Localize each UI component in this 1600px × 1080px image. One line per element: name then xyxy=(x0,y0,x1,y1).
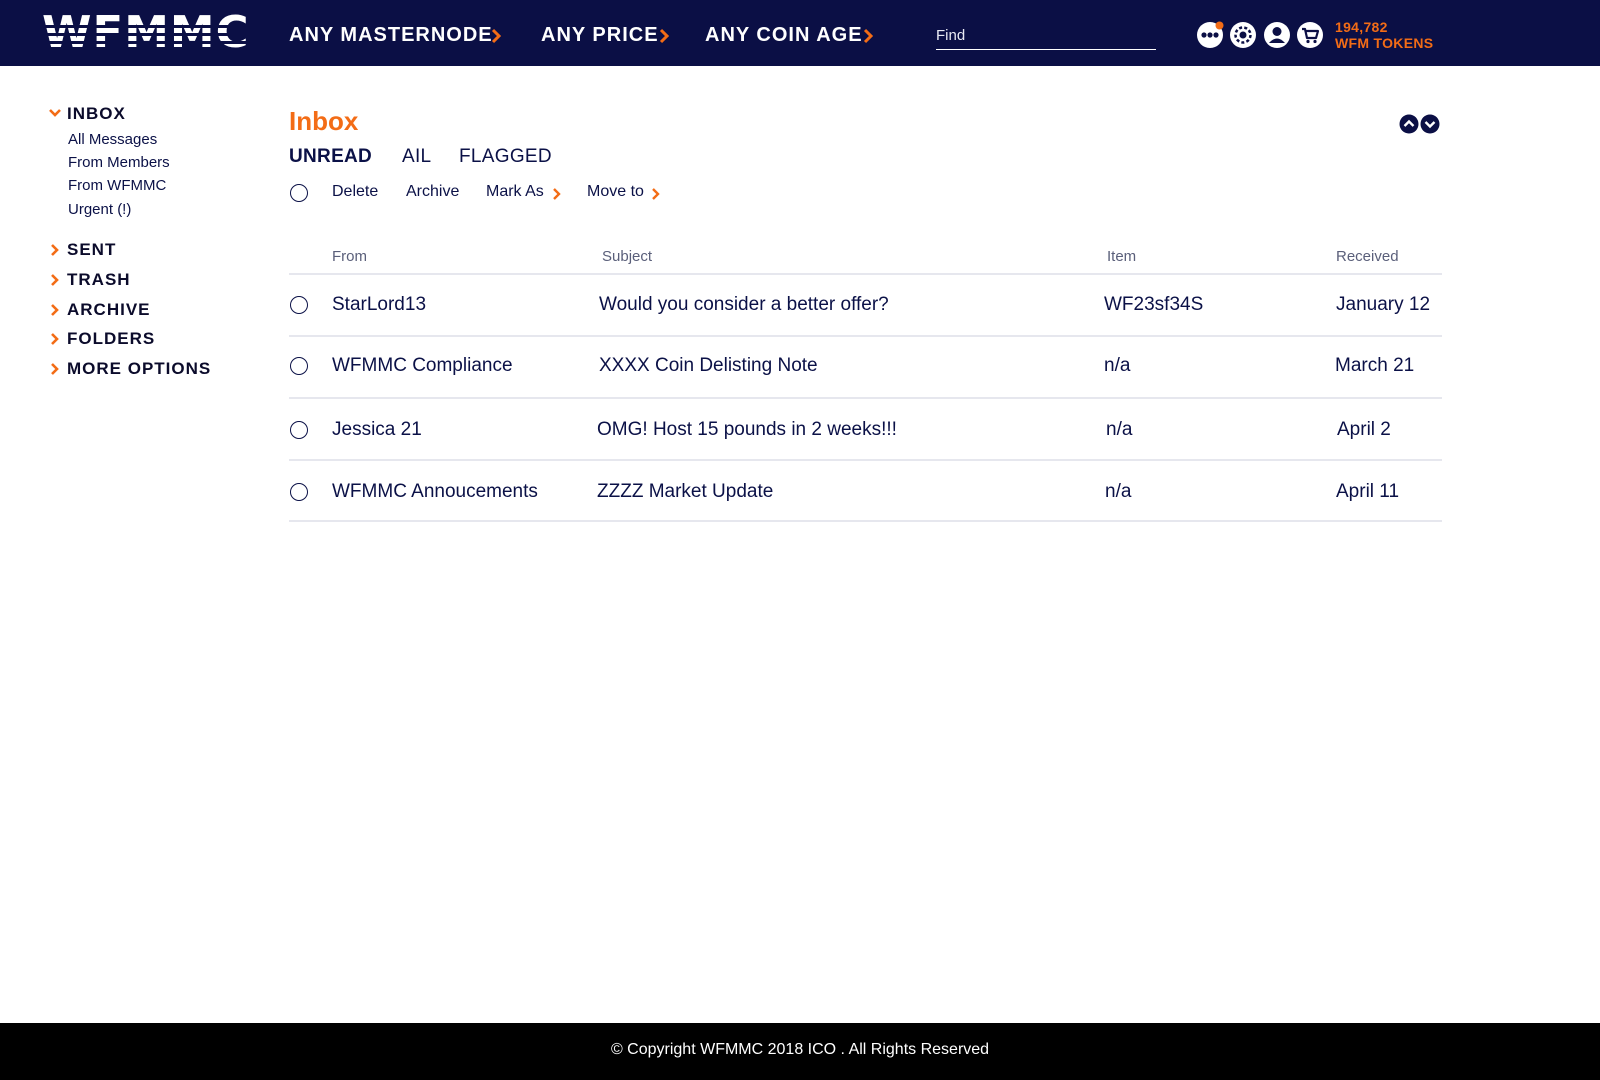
logo-stripe xyxy=(42,41,264,44)
chevron-right-icon[interactable] xyxy=(656,28,672,44)
table-divider xyxy=(289,520,1442,522)
chevron-right-icon[interactable] xyxy=(860,28,876,44)
message-from[interactable]: StarLord13 xyxy=(332,294,426,316)
chevron-right-icon[interactable] xyxy=(551,187,563,201)
mark-as-button[interactable]: Mark As xyxy=(486,183,544,201)
nav-any-masternode[interactable]: ANY MASTERNODE xyxy=(289,24,493,47)
message-item[interactable]: n/a xyxy=(1106,419,1132,441)
chevron-right-icon[interactable] xyxy=(48,243,62,257)
sort-up-icon[interactable] xyxy=(1399,114,1419,134)
message-subject[interactable]: XXXX Coin Delisting Note xyxy=(599,355,818,377)
chevron-right-icon[interactable] xyxy=(48,362,62,376)
message-subject[interactable]: ZZZZ Market Update xyxy=(597,481,773,503)
token-label: WFM TOKENS xyxy=(1335,35,1434,51)
chevron-right-icon[interactable] xyxy=(48,332,62,346)
message-subject[interactable]: Would you consider a better offer? xyxy=(599,294,889,316)
token-balance[interactable]: 194,782 WFM TOKENS xyxy=(1335,19,1433,51)
message-received: January 12 xyxy=(1336,294,1431,315)
footer: © Copyright WFMMC 2018 ICO . All Rights … xyxy=(0,1023,1600,1080)
message-received: April 2 xyxy=(1337,419,1391,440)
sidebar-subitem-all-messages[interactable]: All Messages xyxy=(68,131,157,148)
nav-any-coin-age[interactable]: ANY COIN AGE xyxy=(705,24,863,47)
tab-unread[interactable]: UNREAD xyxy=(289,146,372,168)
nav-any-price[interactable]: ANY PRICE xyxy=(541,24,659,47)
table-divider xyxy=(289,397,1442,399)
sidebar-subitem-from-wfmmc[interactable]: From WFMMC xyxy=(68,177,166,194)
column-header-received[interactable]: Received xyxy=(1336,248,1399,265)
chevron-right-icon[interactable] xyxy=(488,28,504,44)
chevron-right-icon[interactable] xyxy=(48,273,62,287)
token-amount: 194,782 xyxy=(1335,19,1388,35)
sidebar-item-archive[interactable]: ARCHIVE xyxy=(67,300,151,320)
select-all-radio[interactable] xyxy=(290,184,308,202)
column-header-from[interactable]: From xyxy=(332,248,367,265)
message-from[interactable]: WFMMC Compliance xyxy=(332,355,513,377)
row-select-radio[interactable] xyxy=(290,421,308,439)
sidebar-subitem-from-members[interactable]: From Members xyxy=(68,154,170,171)
message-from[interactable]: WFMMC Annoucements xyxy=(332,481,538,503)
message-received: April 11 xyxy=(1336,481,1400,502)
sidebar-item-inbox[interactable]: INBOX xyxy=(67,104,126,124)
settings-gear-icon[interactable] xyxy=(1229,21,1257,49)
chevron-right-icon[interactable] xyxy=(650,187,662,201)
search-input[interactable] xyxy=(936,22,1156,50)
copyright-text: © Copyright WFMMC 2018 ICO . All Rights … xyxy=(610,1041,990,1058)
sort-down-icon[interactable] xyxy=(1420,114,1440,134)
shopping-cart-icon[interactable] xyxy=(1296,21,1324,49)
logo-stripe xyxy=(42,33,264,36)
archive-button[interactable]: Archive xyxy=(406,183,459,201)
chevron-right-icon[interactable] xyxy=(48,303,62,317)
message-subject[interactable]: OMG! Host 15 pounds in 2 weeks!!! xyxy=(597,419,897,441)
more-dots-icon[interactable] xyxy=(1196,21,1224,49)
top-navigation-bar: WFMMC ANY MASTERNODE ANY PRICE ANY COIN … xyxy=(0,0,1600,66)
move-to-button[interactable]: Move to xyxy=(587,183,644,201)
wfmmc-logo[interactable]: WFMMC xyxy=(42,14,264,54)
tab-all[interactable]: AIL xyxy=(402,146,431,168)
message-received: March 21 xyxy=(1335,355,1415,376)
row-select-radio[interactable] xyxy=(290,357,308,375)
message-from[interactable]: Jessica 21 xyxy=(332,419,422,441)
user-account-icon[interactable] xyxy=(1263,21,1291,49)
row-select-radio[interactable] xyxy=(290,296,308,314)
sidebar-item-more-options[interactable]: MORE OPTIONS xyxy=(67,359,211,379)
chevron-down-icon[interactable] xyxy=(48,106,62,120)
column-header-item[interactable]: Item xyxy=(1107,248,1136,265)
row-select-radio[interactable] xyxy=(290,483,308,501)
table-divider xyxy=(289,273,1442,275)
message-item[interactable]: WF23sf34S xyxy=(1104,294,1203,316)
column-header-subject[interactable]: Subject xyxy=(602,248,652,265)
sidebar-item-trash[interactable]: TRASH xyxy=(67,270,131,290)
sidebar-item-folders[interactable]: FOLDERS xyxy=(67,329,155,349)
table-divider xyxy=(289,459,1442,461)
logo-stripe xyxy=(42,25,264,28)
tab-flagged[interactable]: FLAGGED xyxy=(459,146,552,168)
page-title: Inbox xyxy=(289,106,359,136)
sidebar-subitem-urgent[interactable]: Urgent (!) xyxy=(68,201,131,218)
table-divider xyxy=(289,335,1442,337)
message-item[interactable]: n/a xyxy=(1105,481,1131,503)
delete-button[interactable]: Delete xyxy=(332,183,378,201)
message-item[interactable]: n/a xyxy=(1104,355,1130,377)
sidebar-item-sent[interactable]: SENT xyxy=(67,240,116,260)
